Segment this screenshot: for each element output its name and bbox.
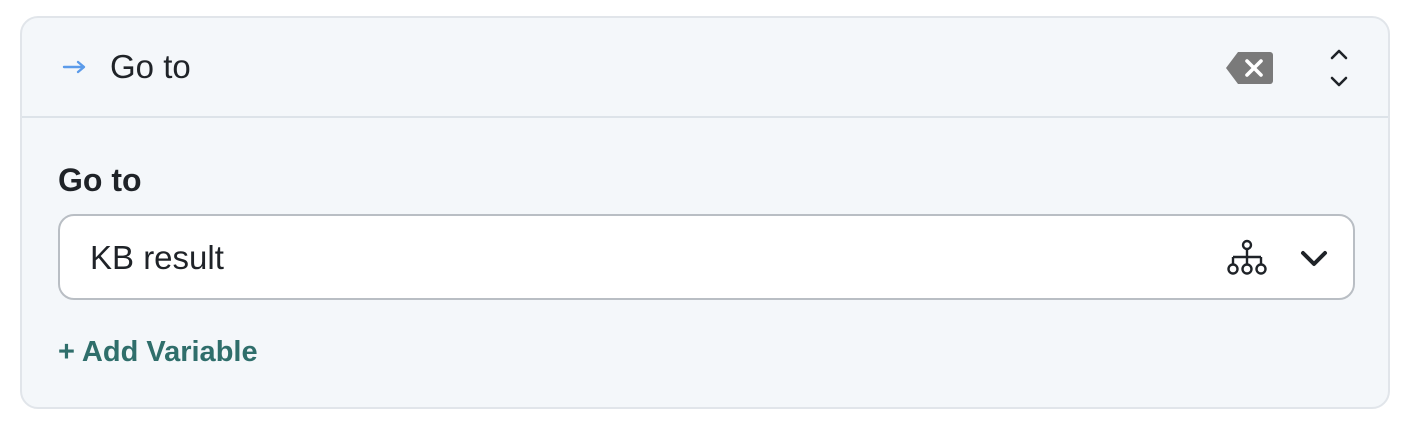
add-variable-link[interactable]: + Add Variable: [58, 332, 258, 372]
card-header[interactable]: Go to: [22, 18, 1388, 118]
backspace-delete-icon[interactable]: [1224, 48, 1274, 88]
sitemap-icon[interactable]: [1226, 239, 1268, 277]
arrow-right-icon: [62, 60, 86, 74]
chevron-up-down-icon[interactable]: [1322, 46, 1356, 90]
step-title: Go to: [110, 48, 191, 85]
goto-step-card: Go to Go to KB result + Add Variable: [20, 16, 1390, 409]
goto-target-select[interactable]: KB result: [58, 214, 1355, 300]
selected-target-value: KB result: [90, 239, 224, 276]
goto-field-label: Go to: [58, 162, 142, 198]
chevron-down-icon[interactable]: [1298, 244, 1330, 272]
